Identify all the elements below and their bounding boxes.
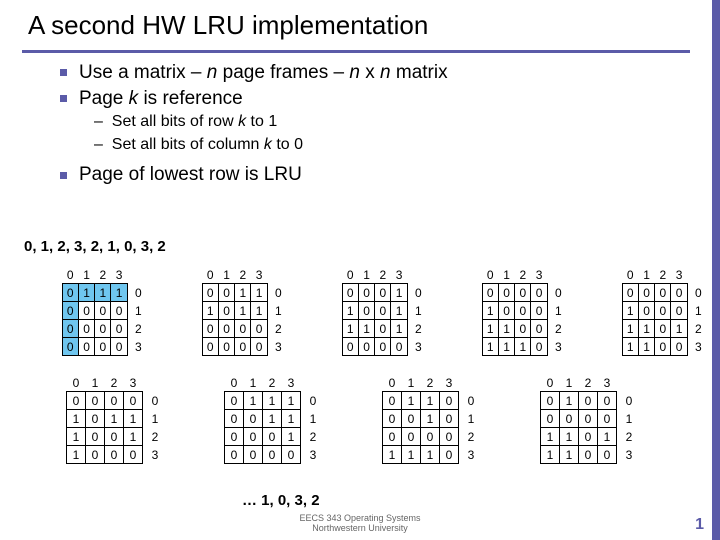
subbullet-2: – Set all bits of column k to 0 [94, 134, 690, 156]
matrix: 012300000101111001210003 [48, 374, 164, 464]
bullet-icon [60, 95, 67, 102]
bullet-icon [60, 69, 67, 76]
accent-bar [712, 0, 720, 540]
bullet-3: Page of lowest row is LRU [79, 164, 302, 185]
title-rule [22, 50, 690, 53]
bullet-2: Page k is reference [79, 88, 243, 109]
slide-title: A second HW LRU implementation [28, 10, 428, 41]
subbullet-1: – Set all bits of row k to 1 [94, 111, 690, 133]
matrix: 012301100001010000211103 [364, 374, 480, 464]
matrix: 012300000100011101211003 [608, 266, 706, 356]
matrix: 012300010100111101200003 [328, 266, 426, 356]
sequence: 0, 1, 2, 3, 2, 1, 0, 3, 2 [24, 238, 166, 255]
bullet-icon [60, 172, 67, 179]
matrix: 012301110000010000200003 [48, 266, 146, 356]
body-text: Use a matrix – n page frames – n x n mat… [60, 60, 690, 188]
matrix: 012300000100011100211103 [468, 266, 566, 356]
matrix: 012301110001110001200003 [206, 374, 322, 464]
matrices: 012301110000010000200003 0123001101011100… [48, 266, 706, 482]
footer: EECS 343 Operating SystemsNorthwestern U… [0, 514, 720, 534]
matrix: 012300110101110000200003 [188, 266, 286, 356]
bullet-1: Use a matrix – n page frames – n x n mat… [79, 62, 448, 83]
answer: … 1, 0, 3, 2 [242, 492, 320, 509]
matrix: 012301000000011101211003 [522, 374, 638, 464]
page-number: 1 [695, 516, 704, 534]
